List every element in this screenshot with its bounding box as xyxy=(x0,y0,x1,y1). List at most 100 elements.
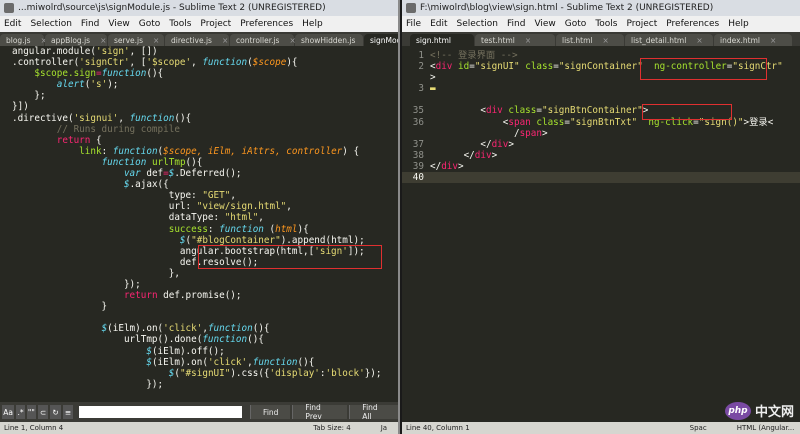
status-position: Line 1, Column 4 xyxy=(4,424,64,432)
left-window-title: ...miwolrd\source\js\signModule.js - Sub… xyxy=(18,3,326,13)
code-line: success: function (html){ xyxy=(168,223,309,235)
code-line: angular.module('sign', []) xyxy=(12,46,158,57)
menu-help[interactable]: Help xyxy=(728,19,749,29)
code-line: .directive('signui', function(){ xyxy=(12,112,192,124)
tab-serve-js[interactable]: serve.js × xyxy=(108,34,164,46)
code-line: return def.promise(); xyxy=(123,290,242,302)
left-status-bar: Line 1, Column 4 Tab Size: 4 Ja xyxy=(0,422,398,434)
right-tab-bar: sign.html test.html × list.html × list_det… xyxy=(402,32,800,46)
menu-selection[interactable]: Selection xyxy=(30,19,71,29)
menu-goto[interactable]: Goto xyxy=(565,19,587,29)
menu-view[interactable]: View xyxy=(108,19,129,29)
code-line: $(iElm).on('click',function(){ xyxy=(146,356,315,368)
menu-tools[interactable]: Tools xyxy=(169,19,191,29)
word-toggle-button[interactable]: ⊂ xyxy=(37,405,49,419)
code-line: 36 <span class="signBtnTxt" ng-click="si… xyxy=(412,116,774,128)
menu-file[interactable]: File xyxy=(406,19,421,29)
code-line: 39 </div> xyxy=(412,160,464,172)
code-line: $.ajax({ xyxy=(123,179,169,191)
menu-find[interactable]: Find xyxy=(507,19,525,29)
close-icon[interactable]: × xyxy=(100,36,106,45)
code-line: url: "view/sign.html", xyxy=(12,201,292,213)
status-tab-size[interactable]: Tab Size: 4 xyxy=(313,424,350,432)
left-code-area[interactable]: angular.module('sign', []) .controller('… xyxy=(12,46,398,390)
tab-directive-js[interactable]: directive.js × xyxy=(165,34,229,46)
tab-signmodule-js[interactable]: signModule.js xyxy=(364,34,398,46)
code-line: 3 ▬ xyxy=(418,83,436,95)
close-icon[interactable]: × xyxy=(770,36,776,45)
close-icon[interactable]: × xyxy=(602,36,608,45)
code-line: > xyxy=(430,72,436,84)
tab-blog-js[interactable]: blog.js × xyxy=(0,34,47,46)
code-line: .controller('signCtr', ['$scope', functi… xyxy=(12,57,298,69)
close-icon[interactable]: × xyxy=(222,36,228,45)
case-toggle-button[interactable]: Aa xyxy=(2,405,15,419)
menu-edit[interactable]: Edit xyxy=(4,19,21,29)
tab-appblog-js[interactable]: appBlog.js × xyxy=(45,34,107,46)
php-logo-icon: php xyxy=(724,401,751,420)
tab-list-html[interactable]: list.html × xyxy=(556,34,624,46)
quote-toggle-button[interactable]: "" xyxy=(27,405,36,419)
status-spaces[interactable]: Spac xyxy=(690,424,707,432)
sublime-app-icon xyxy=(406,3,416,13)
tab-test-html[interactable]: test.html × xyxy=(475,34,555,46)
menu-project[interactable]: Project xyxy=(626,19,657,29)
tab-index-html[interactable]: index.html × xyxy=(714,34,792,46)
find-input[interactable] xyxy=(79,406,243,418)
status-syntax[interactable]: HTML (Angular... xyxy=(737,424,795,432)
close-icon[interactable]: × xyxy=(153,36,159,45)
tab-controller-js[interactable]: controller.js × xyxy=(230,34,296,46)
tab-list-detail-html[interactable]: list_detail.html × xyxy=(625,34,713,46)
right-code-area[interactable]: 1 <!-- 登录界面 --> 2 <div id="signUI" class="… xyxy=(402,50,800,184)
left-editor-window: ...miwolrd\source\js\signModule.js - Sub… xyxy=(0,0,400,434)
find-panel: Aa .* "" ⊂ ↻ ≡ Find Find Prev Find All xyxy=(0,402,398,422)
tab-sign-html[interactable]: sign.html xyxy=(410,34,474,46)
menu-preferences[interactable]: Preferences xyxy=(666,19,719,29)
find-all-button[interactable]: Find All xyxy=(349,403,398,421)
find-button[interactable]: Find xyxy=(250,405,291,419)
close-icon[interactable]: × xyxy=(525,36,531,45)
find-prev-button[interactable]: Find Prev xyxy=(292,403,348,421)
code-line: 35 <div class="signBtnContainer"> xyxy=(412,105,649,117)
code-line: $(iElm).off(); xyxy=(146,345,225,357)
code-line: $("#blogContainer").append(html); xyxy=(179,234,365,246)
code-line: angular.bootstrap(html,['sign']); xyxy=(12,245,365,257)
code-line: 38 </div> xyxy=(412,149,498,161)
menu-find[interactable]: Find xyxy=(81,19,99,29)
code-line: }; xyxy=(12,90,46,102)
menu-goto[interactable]: Goto xyxy=(139,19,161,29)
right-status-bar: Line 40, Column 1 Spac HTML (Angular... xyxy=(402,422,800,434)
code-line: function urlTmp(){ xyxy=(101,156,203,168)
left-title-bar: ...miwolrd\source\js\signModule.js - Sub… xyxy=(0,0,398,16)
menu-project[interactable]: Project xyxy=(200,19,231,29)
regex-toggle-button[interactable]: .* xyxy=(16,405,25,419)
code-line: urlTmp().done(function(){ xyxy=(12,334,264,346)
code-line: dataType: "html", xyxy=(12,212,264,224)
code-line: $scope.sign=function(){ xyxy=(34,68,164,80)
wrap-toggle-button[interactable]: ↻ xyxy=(50,405,61,419)
code-line: }); xyxy=(12,278,141,290)
code-line: alert('s'); xyxy=(56,79,119,91)
site-watermark: php 中文网 xyxy=(724,401,794,420)
menu-tools[interactable]: Tools xyxy=(595,19,617,29)
code-line: }]) xyxy=(12,101,29,113)
code-line: type: "GET", xyxy=(12,190,236,202)
left-tab-bar: blog.js × appBlog.js × serve.js × directive… xyxy=(0,32,398,46)
menu-help[interactable]: Help xyxy=(302,19,323,29)
code-line: }, xyxy=(12,267,180,279)
code-line: return { xyxy=(56,134,102,146)
status-position: Line 40, Column 1 xyxy=(406,424,470,432)
selection-toggle-button[interactable]: ≡ xyxy=(62,405,74,419)
code-line: var def=$.Deferred(); xyxy=(123,168,242,180)
tab-showhidden-js[interactable]: showHidden.js× xyxy=(295,34,372,46)
status-syntax[interactable]: Ja xyxy=(381,424,387,432)
left-menu-bar: Edit Selection Find View Goto Tools Proj… xyxy=(0,16,398,32)
close-icon[interactable]: × xyxy=(696,36,702,45)
menu-view[interactable]: View xyxy=(534,19,555,29)
menu-preferences[interactable]: Preferences xyxy=(240,19,293,29)
code-line: 2 <div id="signUI" class="signContainer" … xyxy=(418,61,783,73)
menu-edit[interactable]: Edit xyxy=(430,19,447,29)
menu-selection[interactable]: Selection xyxy=(457,19,498,29)
sublime-app-icon xyxy=(4,3,14,13)
